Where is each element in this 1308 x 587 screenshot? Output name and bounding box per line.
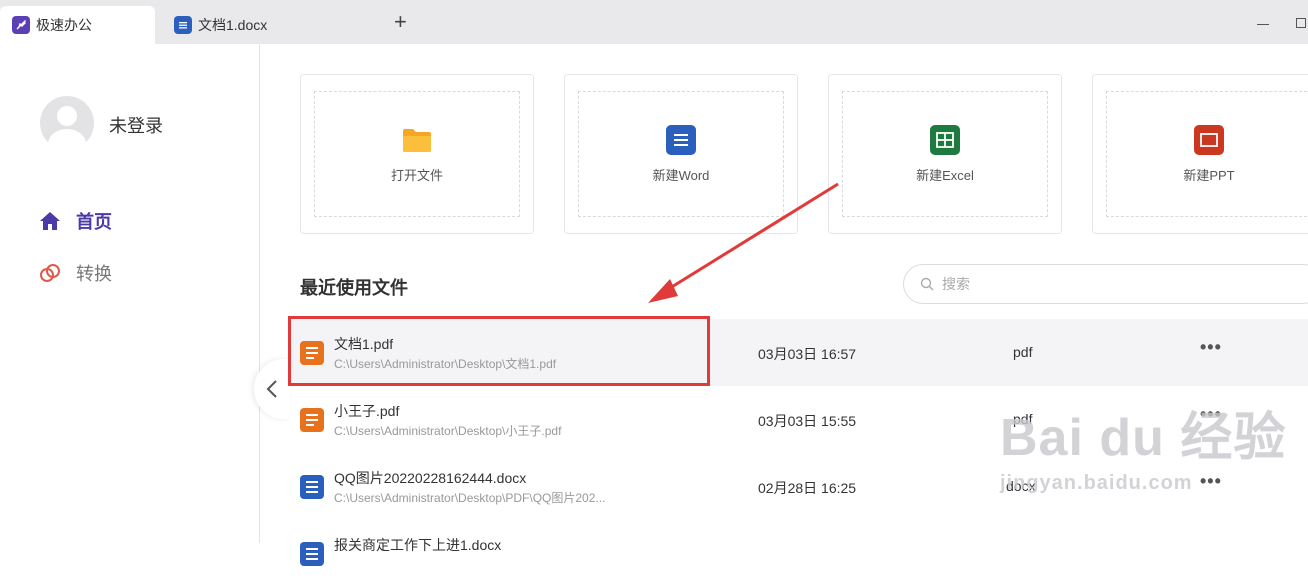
baidu-watermark: Bai du 经验 jingyan.baidu.com — [1000, 395, 1286, 495]
docx-file-icon — [300, 542, 324, 566]
watermark-main: Bai du 经验 — [1000, 409, 1287, 467]
watermark-sub: jingyan.baidu.com — [1000, 472, 1193, 494]
